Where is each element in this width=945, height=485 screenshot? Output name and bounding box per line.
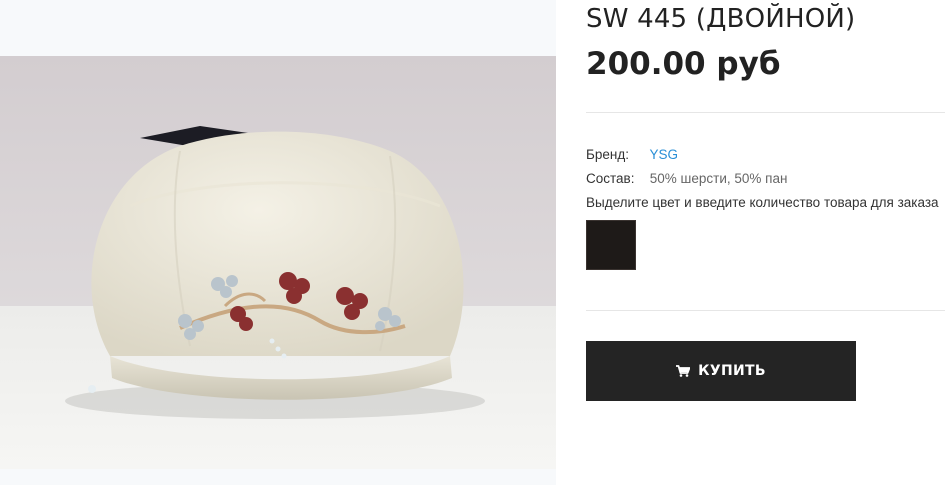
product-photo[interactable] <box>0 56 556 469</box>
product-price: 200.00 руб <box>586 46 781 82</box>
order-hint: Выделите цвет и введите количество товар… <box>586 195 939 210</box>
divider <box>586 112 945 113</box>
beret-photo <box>0 56 556 469</box>
brand-link[interactable]: YSG <box>650 147 679 162</box>
composition-row: Состав: 50% шерсти, 50% пан <box>586 171 787 186</box>
composition-label: Состав: <box>586 171 635 186</box>
divider <box>586 310 945 311</box>
product-title: SW 445 (ДВОЙНОЙ) <box>586 4 856 34</box>
buy-button[interactable]: КУПИТЬ <box>586 341 856 401</box>
color-swatch[interactable] <box>586 220 636 270</box>
composition-value: 50% шерсти, 50% пан <box>649 171 788 186</box>
product-gallery <box>0 0 556 485</box>
buy-button-label: КУПИТЬ <box>698 363 766 379</box>
cart-icon <box>676 365 691 377</box>
brand-row: Бренд: YSG <box>586 147 678 162</box>
product-info: SW 445 (ДВОЙНОЙ) 200.00 руб Бренд: YSG С… <box>586 0 945 485</box>
brand-label: Бренд: <box>586 147 629 162</box>
